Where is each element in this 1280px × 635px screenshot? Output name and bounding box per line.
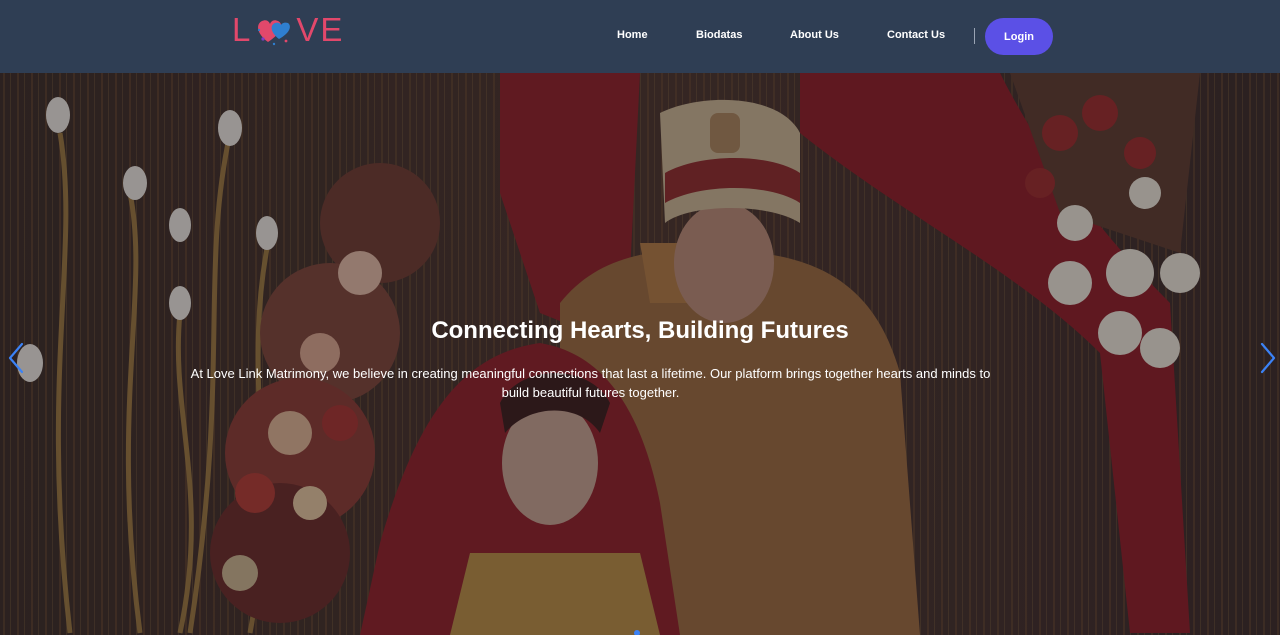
- carousel-dot-active[interactable]: [634, 630, 640, 635]
- hero-overlay: [0, 73, 1280, 635]
- hero-description: At Love Link Matrimony, we believe in cr…: [190, 366, 991, 400]
- nav-home[interactable]: Home: [617, 29, 648, 41]
- hero-carousel: Connecting Hearts, Building Futures At L…: [0, 73, 1280, 635]
- chevron-left-icon[interactable]: [5, 341, 27, 375]
- nav-divider: [974, 28, 975, 44]
- nav-biodatas[interactable]: Biodatas: [696, 29, 742, 41]
- logo-letter-l: L: [232, 11, 253, 48]
- chevron-right-icon[interactable]: [1257, 341, 1279, 375]
- navbar: L VE Home Biodatas About Us Contact Us L…: [0, 0, 1280, 73]
- login-button[interactable]: Login: [985, 18, 1053, 55]
- nav-about-us[interactable]: About Us: [790, 29, 839, 41]
- hero-title: Connecting Hearts, Building Futures: [431, 317, 849, 344]
- logo[interactable]: L VE: [232, 10, 344, 50]
- hearts-logo-icon: [258, 20, 291, 46]
- logo-letters-ve: VE: [296, 11, 345, 48]
- nav-contact-us[interactable]: Contact Us: [887, 29, 945, 41]
